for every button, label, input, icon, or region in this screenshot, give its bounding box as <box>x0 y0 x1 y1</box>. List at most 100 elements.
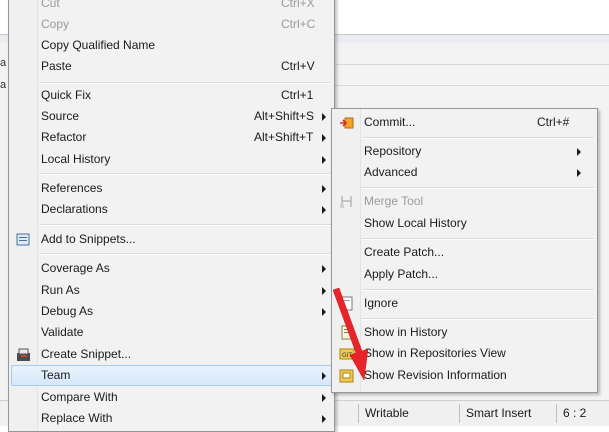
menu-item-label: Validate <box>41 325 84 339</box>
panel-label-fragment: a <box>0 57 7 69</box>
menu-item-label: Run As <box>41 283 80 297</box>
menu-item-label: Debug As <box>41 304 94 318</box>
menu-item-label: Source <box>41 109 80 123</box>
menu-item-team[interactable]: Team <box>11 365 332 386</box>
menu-item-label: Quick Fix <box>41 88 92 102</box>
menu-item-label: Team <box>41 368 71 382</box>
menu-item-shortcut: Ctrl+C <box>281 17 316 31</box>
menu-separator <box>362 318 594 320</box>
menu-item-validate[interactable]: Validate <box>11 322 332 343</box>
status-insert-mode: Smart Insert <box>459 404 556 423</box>
menu-item-ignore[interactable]: Ignore <box>334 293 595 314</box>
menu-item-local-history[interactable]: Local History <box>11 149 332 170</box>
context-menu: Cut Ctrl+X Copy Ctrl+C Copy Qualified Na… <box>8 0 335 432</box>
create-snippet-icon <box>17 348 30 361</box>
menu-item-replace-with[interactable]: Replace With <box>11 408 332 429</box>
menu-item-label: Copy <box>41 17 70 31</box>
submenu-arrow-icon <box>322 134 326 142</box>
menu-item-add-to-snippets[interactable]: Add to Snippets... <box>11 229 332 250</box>
menu-item-coverage-as[interactable]: Coverage As <box>11 258 332 279</box>
menu-separator <box>362 187 594 189</box>
menu-item-shortcut: Alt+Shift+S <box>254 109 315 123</box>
menu-item-label: Show in History <box>364 325 448 339</box>
menu-item-source[interactable]: Source Alt+Shift+S <box>11 106 332 127</box>
submenu-arrow-icon <box>322 265 326 273</box>
menu-item-label: Copy Qualified Name <box>41 38 156 52</box>
menu-item-label: Show Revision Information <box>364 368 507 382</box>
svg-text:GIT: GIT <box>342 352 352 359</box>
menu-item-commit[interactable]: Commit... Ctrl+# <box>334 112 595 133</box>
menu-item-label: Paste <box>41 59 72 73</box>
menu-item-show-local-history[interactable]: Show Local History <box>334 213 595 234</box>
submenu-arrow-icon <box>577 169 581 177</box>
menu-item-label: Local History <box>41 152 111 166</box>
submenu-arrow-icon <box>322 206 326 214</box>
menu-item-create-snippet[interactable]: Create Snippet... <box>11 344 332 365</box>
submenu-arrow-icon <box>322 287 326 295</box>
status-writable: Writable <box>358 404 457 423</box>
menu-item-label: Compare With <box>41 390 118 404</box>
menu-separator <box>362 238 594 240</box>
menu-item-show-in-repositories-view[interactable]: GIT Show in Repositories View <box>334 343 595 364</box>
status-cursor-position: 6 : 2 <box>556 404 609 423</box>
submenu-arrow-icon <box>322 394 326 402</box>
menu-item-label: Apply Patch... <box>364 267 439 281</box>
menu-item-compare-with[interactable]: Compare With <box>11 387 332 408</box>
menu-item-label: Add to Snippets... <box>41 232 136 246</box>
submenu-arrow-icon <box>577 148 581 156</box>
submenu-arrow-icon <box>322 113 326 121</box>
menu-item-label: Commit... <box>364 115 416 129</box>
merge-tool-icon <box>340 196 352 208</box>
menu-item-label: Cut <box>41 0 60 10</box>
menu-separator <box>362 289 594 291</box>
menu-item-label: Create Patch... <box>364 245 445 259</box>
menu-item-create-patch[interactable]: Create Patch... <box>334 242 595 263</box>
menu-item-label: Merge Tool <box>364 194 424 208</box>
menu-separator <box>362 137 594 139</box>
git-repositories-icon: GIT <box>339 348 355 360</box>
menu-item-advanced[interactable]: Advanced <box>334 162 595 183</box>
menu-separator <box>39 224 331 226</box>
menu-item-debug-as[interactable]: Debug As <box>11 301 332 322</box>
menu-item-merge-tool[interactable]: Merge Tool <box>334 191 595 212</box>
menu-item-cut[interactable]: Cut Ctrl+X <box>11 0 332 14</box>
menu-item-run-as[interactable]: Run As <box>11 280 332 301</box>
menu-item-show-revision-information[interactable]: Show Revision Information <box>334 365 595 386</box>
menu-item-refactor[interactable]: Refactor Alt+Shift+T <box>11 127 332 148</box>
git-commit-icon <box>340 117 354 129</box>
menu-item-shortcut: Ctrl+X <box>281 0 315 10</box>
menu-item-label: Show Local History <box>364 216 467 230</box>
menu-item-repository[interactable]: Repository <box>334 141 595 162</box>
menu-item-references[interactable]: References <box>11 178 332 199</box>
submenu-arrow-icon <box>322 308 326 316</box>
menu-item-label: References <box>41 181 103 195</box>
revision-info-icon <box>339 369 354 383</box>
menu-item-quick-fix[interactable]: Quick Fix Ctrl+1 <box>11 85 332 106</box>
menu-item-label: Repository <box>364 144 422 158</box>
menu-item-shortcut: Ctrl+# <box>537 115 570 129</box>
menu-item-paste[interactable]: Paste Ctrl+V <box>11 56 332 77</box>
menu-item-copy[interactable]: Copy Ctrl+C <box>11 14 332 35</box>
menu-item-copy-qualified-name[interactable]: Copy Qualified Name <box>11 35 332 56</box>
menu-item-label: Show in Repositories View <box>364 346 506 360</box>
menu-item-label: Ignore <box>364 296 399 310</box>
menu-item-label: Create Snippet... <box>41 347 132 361</box>
panel-row-line <box>330 85 609 86</box>
menu-item-show-in-history[interactable]: Show in History <box>334 322 595 343</box>
menu-item-shortcut: Ctrl+V <box>281 59 315 73</box>
menu-separator <box>39 253 331 255</box>
team-submenu: Commit... Ctrl+# Repository Advanced Mer… <box>331 108 598 393</box>
menu-item-shortcut: Ctrl+1 <box>281 88 314 102</box>
menu-item-label: Refactor <box>41 130 87 144</box>
menu-separator <box>39 82 331 84</box>
menu-item-declarations[interactable]: Declarations <box>11 199 332 220</box>
menu-item-shortcut: Alt+Shift+T <box>254 130 314 144</box>
panel-label-fragment: a <box>0 79 7 91</box>
snippet-icon <box>16 233 30 246</box>
submenu-arrow-icon <box>322 156 326 164</box>
menu-item-label: Declarations <box>41 202 108 216</box>
menu-item-label: Coverage As <box>41 261 110 275</box>
ignore-icon <box>341 296 353 311</box>
panel-row-line <box>330 64 609 65</box>
menu-item-apply-patch[interactable]: Apply Patch... <box>334 264 595 285</box>
